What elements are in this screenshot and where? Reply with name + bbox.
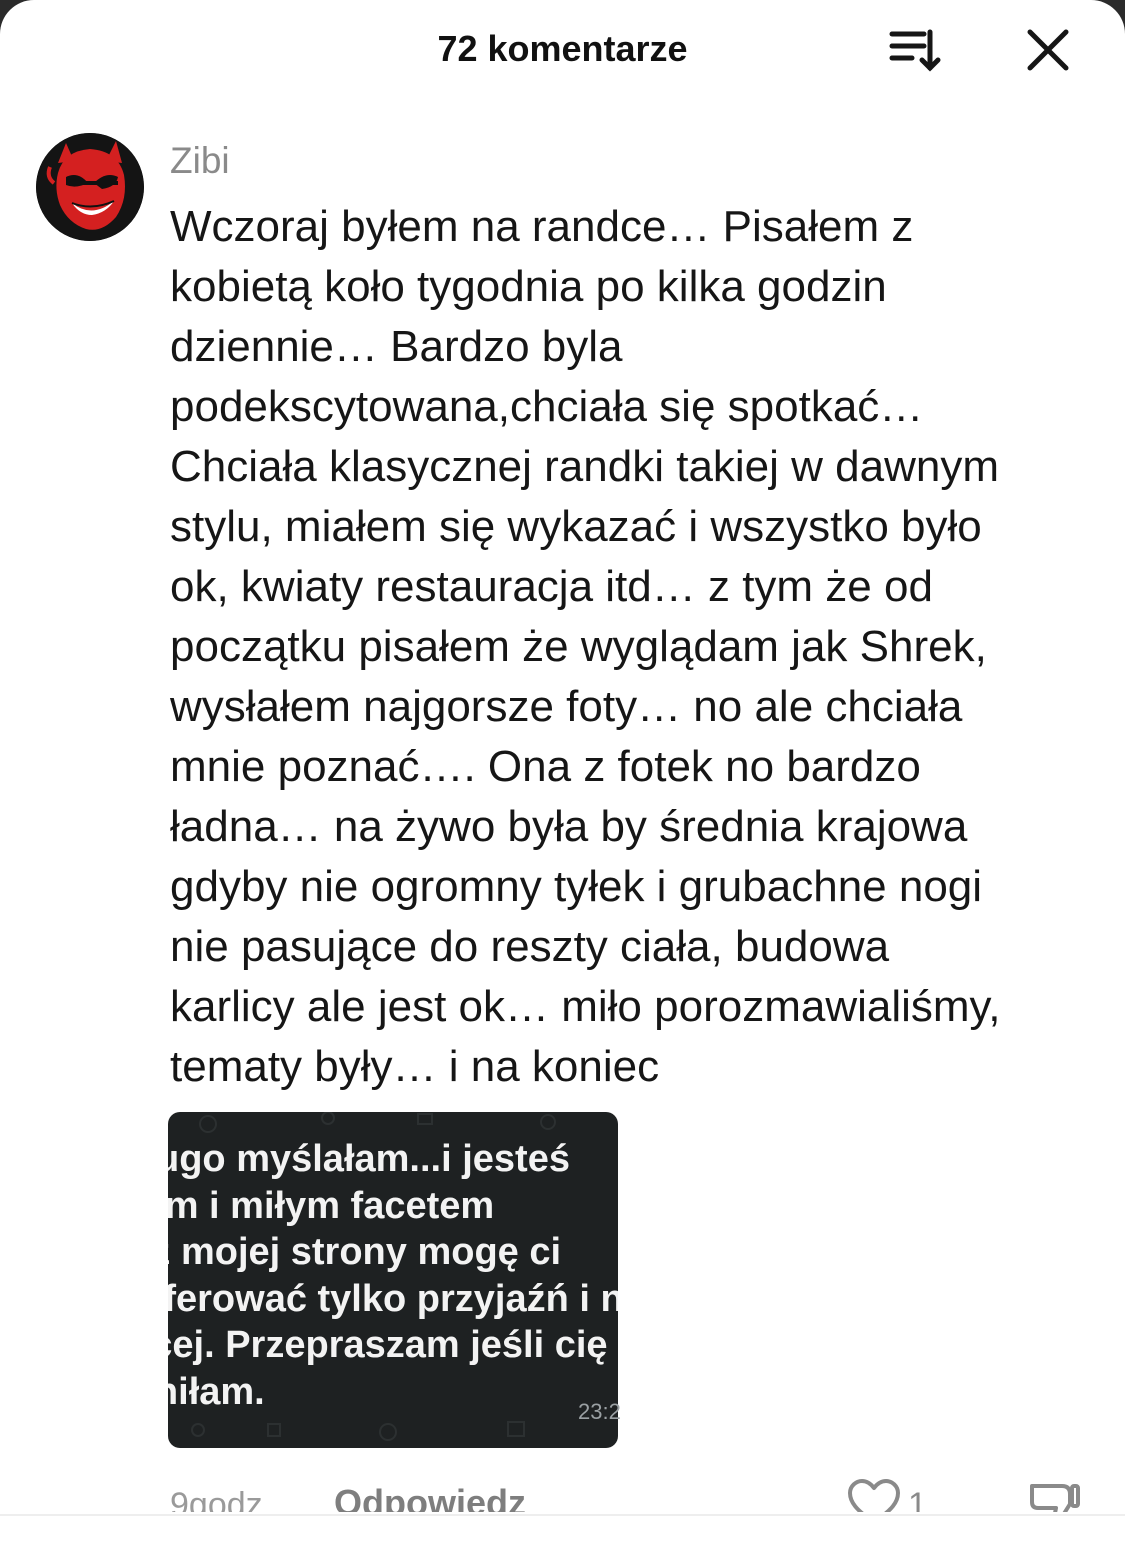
close-button[interactable] bbox=[1022, 24, 1074, 76]
sort-button[interactable] bbox=[884, 24, 944, 76]
comments-header: 72 komentarze bbox=[0, 0, 1125, 100]
chat-message-timestamp: 23:2 bbox=[578, 1399, 621, 1424]
comment-line: początku pisałem że wyglądam jak Shrek, bbox=[170, 622, 987, 671]
comment-attached-image[interactable]: Długo myślałam...i jesteś fajnym i miłym… bbox=[168, 1112, 618, 1448]
comments-count-title: 72 komentarze bbox=[437, 28, 688, 69]
chat-message-line: więcej. Przepraszam jeśli cię bbox=[168, 1324, 608, 1366]
chat-message-line: Długo myślałam...i jesteś bbox=[168, 1138, 570, 1180]
comment-line: nie pasujące do reszty ciała, budowa bbox=[170, 922, 890, 971]
comment-line: Wczoraj byłem na randce… Pisałem z bbox=[170, 202, 914, 251]
chat-message-text: Długo myślałam...i jesteś fajnym i miłym… bbox=[168, 1136, 618, 1415]
chat-message-line: zraniłam. bbox=[168, 1370, 265, 1413]
chat-message-line: ale z mojej strony mogę ci bbox=[168, 1231, 562, 1273]
comment-line: wysłałem najgorsze foty… no ale chciała bbox=[170, 682, 963, 731]
comment-username[interactable]: Zibi bbox=[170, 140, 230, 182]
bottom-divider bbox=[0, 1514, 1125, 1516]
comment-line: ładna… na żywo była by średnia krajowa bbox=[170, 802, 968, 851]
avatar[interactable] bbox=[36, 133, 144, 241]
sort-down-icon bbox=[889, 29, 941, 72]
comment-line: tematy były… i na koniec bbox=[170, 1042, 660, 1091]
comment-line: gdyby nie ogromny tyłek i grubachne nogi bbox=[170, 862, 983, 911]
comment-line: mnie poznać…. Ona z fotek no bardzo bbox=[170, 742, 921, 791]
comment-line: ok, kwiaty restauracja itd… z tym że od bbox=[170, 562, 933, 611]
comments-sheet: 72 komentarze Zibi Wczoraj byłem na rand… bbox=[0, 0, 1125, 1544]
comment-body: Wczoraj byłem na randce… Pisałem z kobie… bbox=[170, 197, 1090, 1097]
comment-line: stylu, miałem się wykazać i wszystko był… bbox=[170, 502, 982, 551]
comment-line: Chciała klasycznej randki takiej w dawny… bbox=[170, 442, 999, 491]
comment-line: dziennie… Bardzo byla bbox=[170, 322, 623, 371]
comment-line: karlicy ale jest ok… miło porozmawialiśm… bbox=[170, 982, 1001, 1031]
bottom-fade bbox=[0, 1512, 1125, 1544]
chat-message-line: zaoferować tylko przyjaźń i nic bbox=[168, 1277, 618, 1320]
chat-message-line: fajnym i miłym facetem bbox=[168, 1184, 495, 1227]
comment-line: podekscytowana,chciała się spotkać… bbox=[170, 382, 924, 431]
red-devil-avatar bbox=[36, 133, 144, 241]
close-icon bbox=[1027, 29, 1069, 71]
comment-line: kobietą koło tygodnia po kilka godzin bbox=[170, 262, 887, 311]
